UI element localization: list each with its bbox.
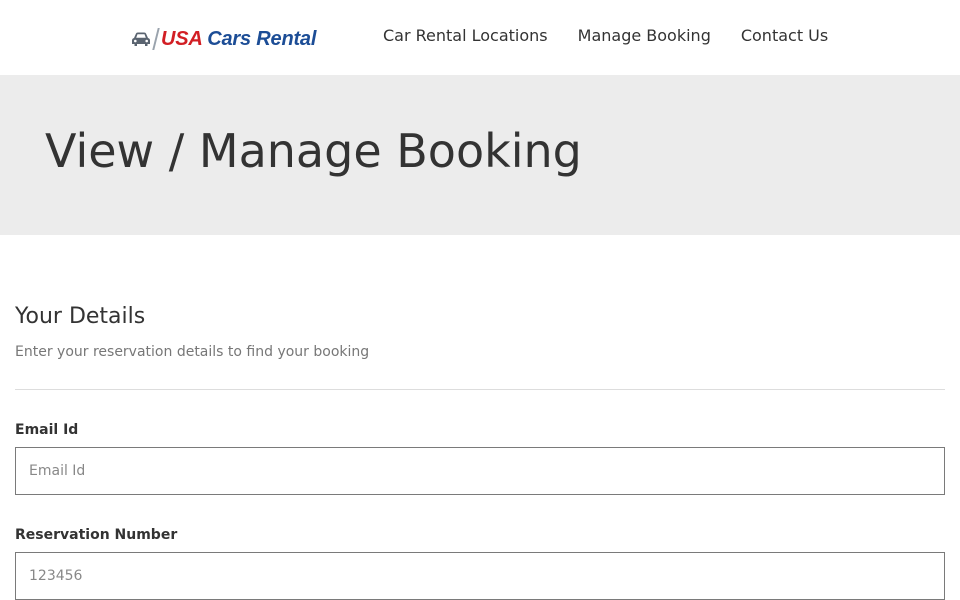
nav-car-rental-locations[interactable]: Car Rental Locations [383,26,548,46]
email-field[interactable] [15,447,945,495]
page-hero: View / Manage Booking [0,75,960,235]
reservation-number-label: Reservation Number [15,527,178,543]
logo-brand-rest: Cars Rental [201,27,317,50]
logo-text: USA Cars Rental [161,28,316,51]
main-nav: Car Rental Locations Manage Booking Cont… [383,26,828,46]
site-logo[interactable]: USA Cars Rental [131,24,316,54]
email-label: Email Id [15,422,79,438]
nav-manage-booking[interactable]: Manage Booking [578,26,711,46]
nav-contact-us[interactable]: Contact Us [741,26,828,46]
logo-brand-usa: USA [161,27,202,50]
logo-divider [152,28,160,50]
section-title: Your Details [15,304,146,329]
page-title: View / Manage Booking [45,124,582,178]
site-header: USA Cars Rental Car Rental Locations Man… [0,0,960,75]
car-icon [132,32,150,46]
section-subtitle: Enter your reservation details to find y… [15,344,370,360]
section-divider [15,389,945,390]
reservation-number-field[interactable] [15,552,945,600]
